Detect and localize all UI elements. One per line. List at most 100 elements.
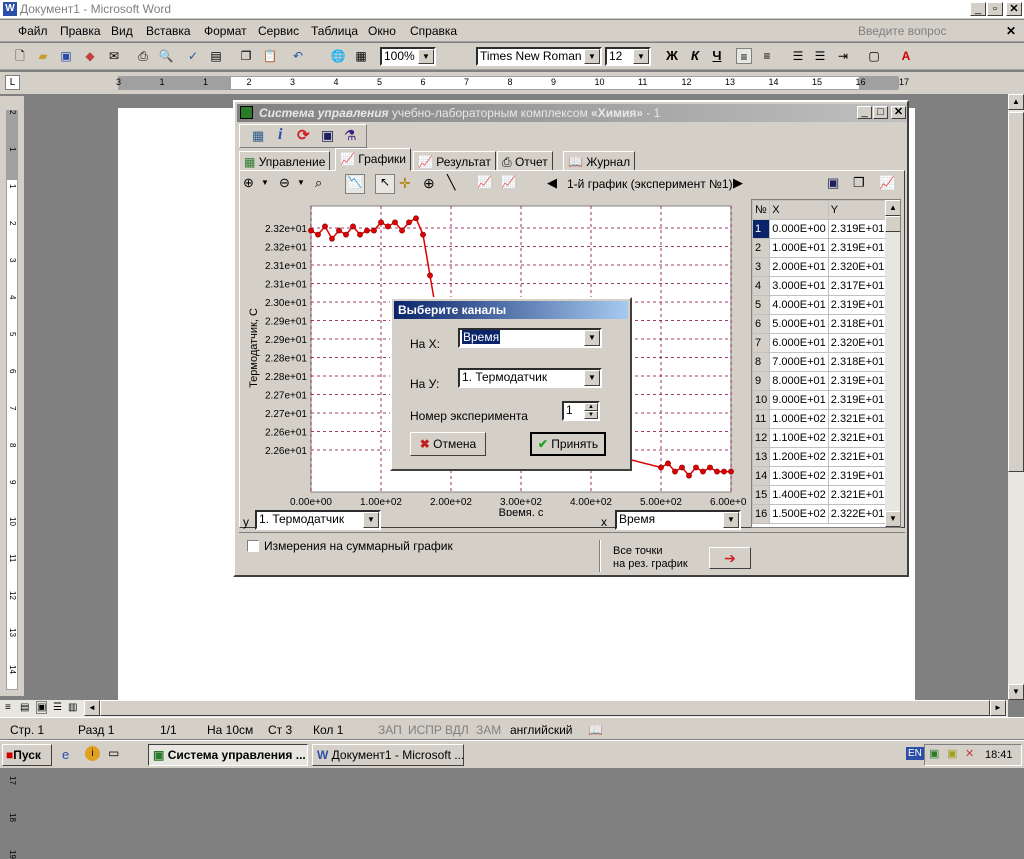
table-cell[interactable]: 1.000E+02 [769,409,829,429]
minimize-button[interactable]: _ [970,2,986,16]
table-cell[interactable]: 2.319E+01 [827,295,888,315]
table-cell[interactable]: 6.000E+01 [769,333,829,353]
help-question-input[interactable]: Введите вопрос [858,24,947,38]
zoom-out-icon[interactable]: ⊖ [279,175,290,191]
table-row[interactable]: 14 1.300E+02 2.319E+01 [752,466,888,486]
summary-checkbox[interactable] [247,540,259,552]
table-scroll-thumb[interactable] [885,216,900,232]
font-name-select[interactable]: Times New Roman ▼ [476,47,602,66]
app-maximize-button[interactable]: □ [873,106,888,119]
start-button[interactable]: ■Пуск [2,744,52,766]
save-disk-icon[interactable]: ▣ [321,127,334,144]
table-cell[interactable]: 10 [752,390,771,410]
tab-journal[interactable]: 📖 Журнал [563,151,636,171]
menu-tools[interactable]: Сервис [258,24,299,38]
status-rec[interactable]: ЗАП [378,723,402,737]
undo-icon[interactable]: ↶ [290,48,306,64]
table-cell[interactable]: 4.000E+01 [769,295,829,315]
table-cell[interactable]: 2.321E+01 [827,428,888,448]
research-icon[interactable]: ▤ [208,48,224,64]
experiment-number-spinner[interactable]: 1 ▲ ▼ [562,401,600,421]
calculator-icon[interactable]: ▦ [252,128,264,144]
close-button[interactable]: ✕ [1006,2,1022,16]
send-to-result-button[interactable]: ➔ [709,547,751,569]
menu-view[interactable]: Вид [111,24,133,38]
menu-window[interactable]: Окно [368,24,396,38]
hscroll-thumb[interactable] [100,700,990,716]
table-cell[interactable]: 1 [752,219,771,239]
task-word-document[interactable]: W Документ1 - Microsoft ... [312,744,464,766]
bullet-list-icon[interactable]: ☰ [812,48,828,64]
table-header-cell[interactable]: Y [827,200,888,220]
table-cell[interactable]: 1.200E+02 [769,447,829,467]
underline-button[interactable]: Ч [709,48,725,64]
menu-file[interactable]: Файл [18,24,48,38]
table-cell[interactable]: 2.319E+01 [827,371,888,391]
table-row[interactable]: 8 7.000E+01 2.318E+01 [752,352,888,372]
app-minimize-button[interactable]: _ [857,106,872,119]
table-row[interactable]: 3 2.000E+01 2.320E+01 [752,257,888,277]
normal-view-icon[interactable]: ≡ [5,702,11,713]
task-system-management[interactable]: ▣ Система управления ... [148,744,308,766]
new-doc-icon[interactable]: 🗋 [12,48,28,64]
zoom-in-dropdown-icon[interactable]: ▼ [261,178,269,187]
accept-button[interactable]: ✔ Принять [530,432,606,456]
table-row[interactable]: 1 0.000E+00 2.319E+01 [752,219,888,239]
align-center-icon[interactable]: ≡ [759,48,775,64]
x-axis-select[interactable]: Время ▼ [458,328,602,348]
font-size-select[interactable]: 12 ▼ [605,47,651,66]
table-row[interactable]: 2 1.000E+01 2.319E+01 [752,238,888,258]
restore-button[interactable]: ▫ [987,2,1003,16]
table-cell[interactable]: 8 [752,352,771,372]
refresh-icon[interactable]: ⟳ [297,126,310,144]
table-cell[interactable]: 2.319E+01 [827,238,888,258]
table-cell[interactable]: 0.000E+00 [769,219,829,239]
table-cell[interactable]: 5 [752,295,771,315]
table-cell[interactable]: 9 [752,371,771,391]
print-view-icon[interactable]: ▣ [36,701,48,714]
table-cell[interactable]: 14 [752,466,771,486]
vertical-scrollbar[interactable]: ▲ ▼ [1008,94,1024,700]
save-icon[interactable]: ▣ [58,48,74,64]
app-close-button[interactable]: ✕ [891,106,906,119]
table-cell[interactable]: 2.320E+01 [827,333,888,353]
copy-graph-icon[interactable]: ❐ [853,175,865,191]
pointer-icon[interactable]: ↖ [375,174,395,194]
italic-button[interactable]: К [687,48,703,64]
reading-view-icon[interactable]: ▥ [68,702,77,713]
tab-control[interactable]: ▦ Управление [239,151,331,171]
menu-edit[interactable]: Правка [60,24,101,38]
table-cell[interactable]: 8.000E+01 [769,371,829,391]
table-row[interactable]: 5 4.000E+01 2.319E+01 [752,295,888,315]
table-cell[interactable]: 2.321E+01 [827,485,888,505]
table-cell[interactable]: 2.322E+01 [827,504,888,524]
table-row[interactable]: 9 8.000E+01 2.319E+01 [752,371,888,391]
crosshair-plus-icon[interactable]: ✛ [399,175,411,192]
table-scroll-up[interactable]: ▲ [885,200,900,216]
info-icon[interactable]: i [85,746,100,761]
table-cell[interactable]: 7 [752,333,771,353]
table-row[interactable]: 11 1.000E+02 2.321E+01 [752,409,888,429]
table-cell[interactable]: 2.000E+01 [769,257,829,277]
table-cell[interactable]: 5.000E+01 [769,314,829,334]
hyperlink-icon[interactable]: 🌐 [330,48,346,64]
table-cell[interactable]: 15 [752,485,771,505]
scroll-thumb[interactable] [1008,112,1024,472]
align-left-icon[interactable]: ≡ [736,48,752,64]
status-ovr[interactable]: ЗАМ [476,723,501,737]
paste-icon[interactable]: 📋 [262,48,278,64]
scroll-up-button[interactable]: ▲ [1008,94,1024,110]
web-view-icon[interactable]: ▤ [20,702,29,713]
menu-table[interactable]: Таблица [311,24,358,38]
x-channel-select[interactable]: Время ▼ [615,510,741,530]
table-cell[interactable]: 1.400E+02 [769,485,829,505]
table-cell[interactable]: 1.000E+01 [769,238,829,258]
status-ext[interactable]: ВДЛ [445,723,469,737]
indent-icon[interactable]: ⇥ [835,48,851,64]
table-cell[interactable]: 3.000E+01 [769,276,829,296]
table-cell[interactable]: 16 [752,504,771,524]
table-cell[interactable]: 2.321E+01 [827,447,888,467]
data-table[interactable]: № X Y 1 0.000E+00 2.319E+01 2 1.000E+01 2.319E+0… [751,199,901,528]
table-cell[interactable]: 11 [752,409,771,429]
remove-points-icon[interactable]: 📈 [501,175,516,189]
